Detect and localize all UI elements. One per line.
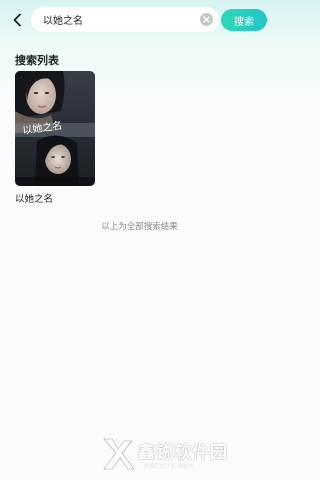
chevron-left-icon <box>13 13 21 27</box>
search-button[interactable]: 搜索 <box>221 9 267 31</box>
search-box[interactable] <box>31 7 219 32</box>
result-poster[interactable]: 以她之名 <box>15 71 95 186</box>
watermark: 鑫锐软件园 XRCCTV.NET <box>100 435 270 475</box>
watermark-logo-icon <box>103 438 135 470</box>
watermark-site: XRCCTV.NET <box>144 462 195 470</box>
section-title: 搜索列表 <box>15 54 59 67</box>
clear-button[interactable] <box>200 13 213 26</box>
top-bar: 搜索 <box>0 0 279 44</box>
end-of-results-note: 以上为全部搜索结果 <box>101 222 178 232</box>
close-icon <box>203 16 210 23</box>
search-input[interactable] <box>43 9 193 30</box>
poster-image: 以她之名 <box>15 71 95 186</box>
watermark-brand: 鑫锐软件园 <box>138 443 228 463</box>
back-button[interactable] <box>8 10 28 30</box>
result-title[interactable]: 以她之名 <box>15 191 53 205</box>
